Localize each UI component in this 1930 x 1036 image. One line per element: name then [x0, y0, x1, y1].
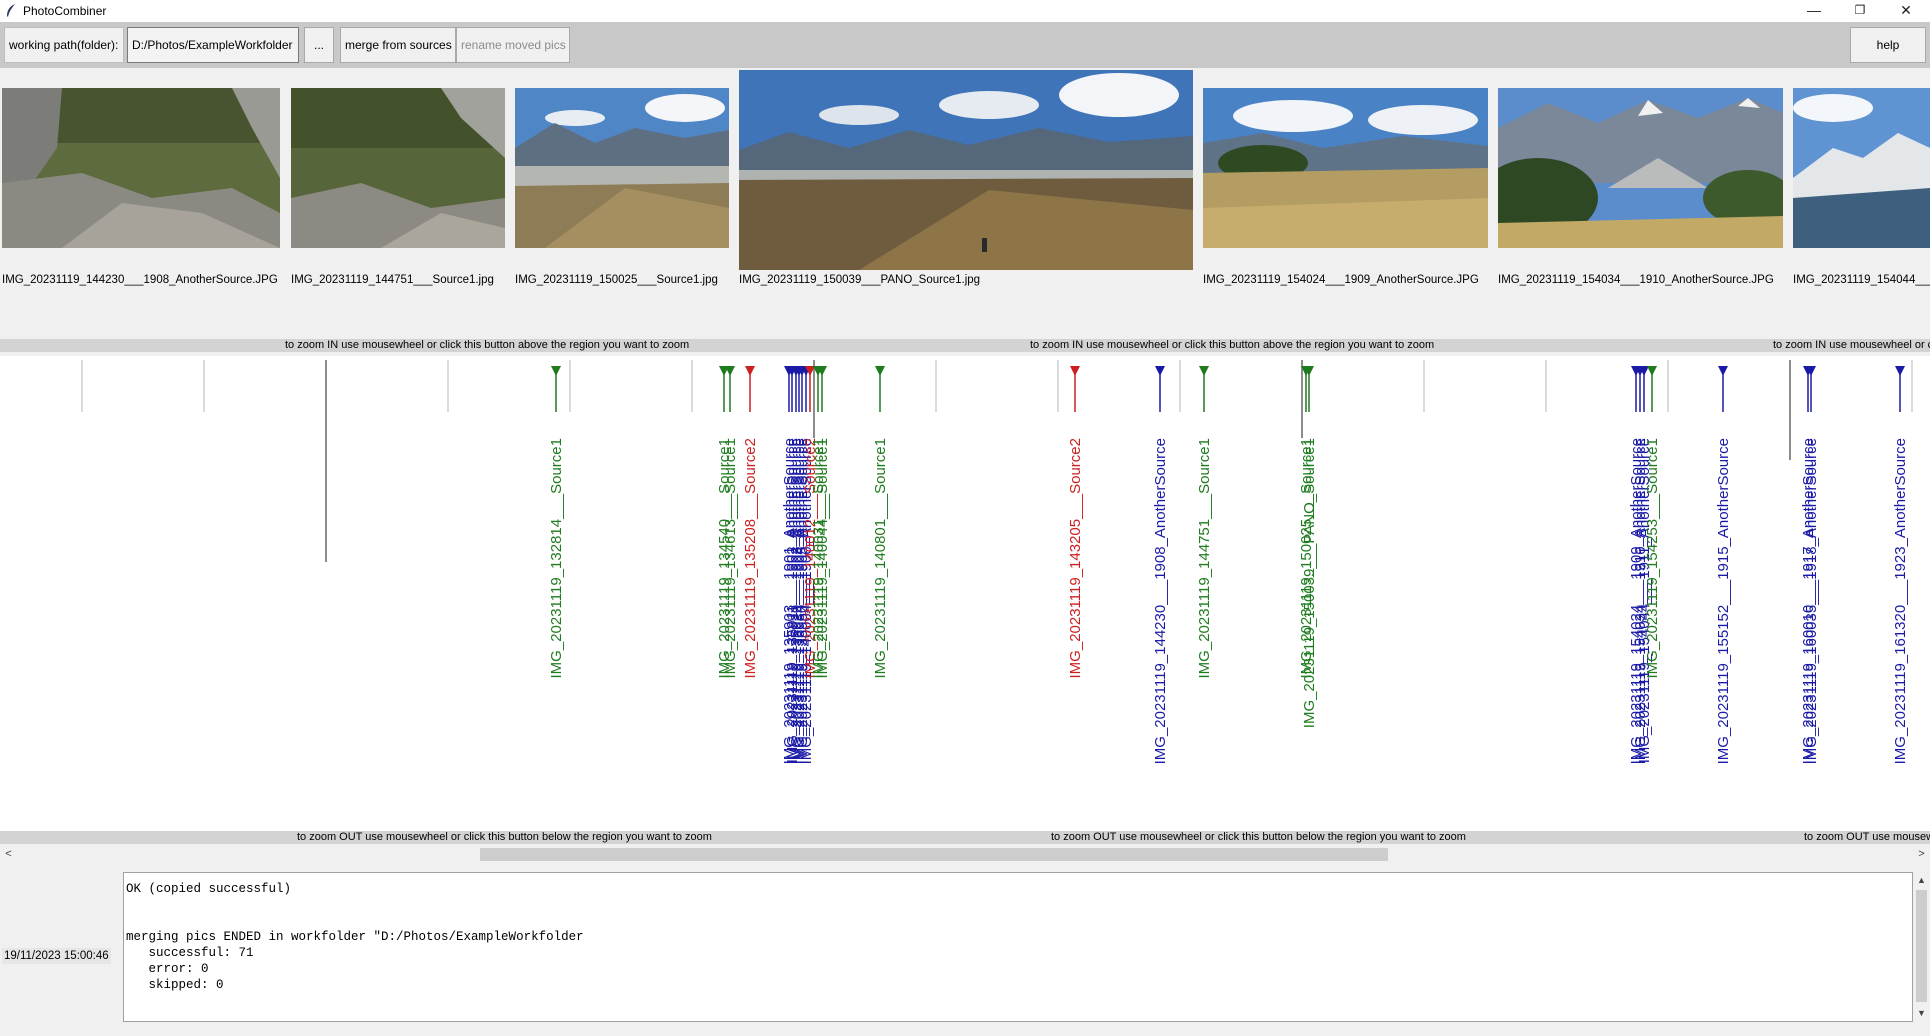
timeline-marker-icon[interactable]	[1155, 366, 1165, 376]
thumbnail-caption: IMG_20231119_154034___1910_AnotherSource…	[1498, 274, 1774, 286]
thumbnail-caption: IMG_20231119_150039___PANO_Source1.jpg	[739, 274, 981, 286]
log-timestamp: 19/11/2023 15:00:46	[2, 948, 111, 964]
timeline-marker-icon[interactable]	[875, 366, 885, 376]
timeline-marker-label: IMG_20231119_140044___Source1	[814, 438, 831, 678]
zoom-hint-text: to zoom OUT use mousewheel or click this…	[297, 831, 712, 843]
help-button[interactable]: help	[1850, 27, 1926, 63]
timeline-canvas[interactable]: IMG_20231119_132814___Source1 IMG_2023111…	[0, 356, 1930, 834]
thumbnail-image[interactable]	[2, 88, 280, 248]
thumbnail-strip[interactable]: IMG_20231119_144230___1908_AnotherSource…	[0, 68, 1930, 336]
timeline-marker-label: IMG_20231119_160035___1918_AnotherSource	[1803, 438, 1820, 764]
zoom-hint-text: to zoom IN use mousewheel or click this …	[1773, 339, 1930, 351]
timeline-marker-icon[interactable]	[1895, 366, 1905, 376]
browse-button[interactable]: ...	[304, 27, 334, 63]
restore-button[interactable]: ❐	[1837, 0, 1883, 22]
timeline-marker-icon[interactable]	[551, 366, 561, 376]
timeline-marker-label: IMG_20231119_143205___Source2	[1067, 438, 1084, 678]
timeline-marker-label: IMG_20231119_134613___Source1	[722, 438, 739, 678]
thumbnail-image[interactable]	[1498, 88, 1783, 248]
horizontal-scrollbar[interactable]: < >	[0, 846, 1930, 863]
timeline-marker-icon[interactable]	[1199, 366, 1209, 376]
zoom-hint-text: to zoom IN use mousewheel or click this …	[285, 339, 690, 351]
working-path-input[interactable]: D:/Photos/ExampleWorkfolder	[127, 27, 299, 63]
thumbnail-caption: IMG_20231119_144230___1908_AnotherSource…	[2, 274, 278, 286]
thumbnail-caption: IMG_20231119_150025___Source1.jpg	[515, 274, 718, 286]
scroll-down-icon[interactable]: ▼	[1913, 1005, 1930, 1022]
timeline-marker-icon[interactable]	[745, 366, 755, 376]
window-title: PhotoCombiner	[23, 4, 107, 18]
thumbnail-image[interactable]	[1203, 88, 1488, 248]
vertical-scrollbar[interactable]: ▲ ▼	[1913, 872, 1930, 1022]
timeline-marker-label: IMG_20231119_135208___Source2	[742, 438, 759, 678]
scroll-right-icon[interactable]: >	[1913, 846, 1930, 863]
thumbnail-image[interactable]	[739, 70, 1193, 270]
title-bar: PhotoCombiner — ❐ ✕	[0, 0, 1930, 22]
log-textbox[interactable]: OK (copied successful) merging pics ENDE…	[123, 872, 1913, 1022]
thumbnail-caption: IMG_20231119_144751___Source1.jpg	[291, 274, 494, 286]
timeline-marker-label: IMG_20231119_144751___Source1	[1196, 438, 1213, 678]
vertical-scrollbar-thumb[interactable]	[1916, 890, 1927, 1002]
timeline-marker-label: IMG_20231119_154253___Source1	[1644, 438, 1661, 678]
timeline-marker-icon[interactable]	[1070, 366, 1080, 376]
feather-icon	[7, 4, 15, 17]
zoom-hint-text: to zoom IN use mousewheel or click this …	[1030, 339, 1435, 351]
zoom-out-bar[interactable]: to zoom OUT use mousewheel or click this…	[0, 831, 1930, 844]
timeline-marker-label: IMG_20231119_155152___1915_AnotherSource	[1715, 438, 1732, 764]
rename-moved-pics-button[interactable]: rename moved pics	[456, 27, 570, 63]
thumbnail-image[interactable]	[1793, 88, 1930, 248]
working-path-label: working path(folder):	[4, 27, 124, 63]
timeline-marker-icon[interactable]	[1718, 366, 1728, 376]
zoom-in-bar[interactable]: to zoom IN use mousewheel or click this …	[0, 339, 1930, 352]
thumbnail-image[interactable]	[291, 88, 505, 248]
timeline-marker-label: IMG_20231119_132814___Source1	[548, 438, 565, 678]
minimize-button[interactable]: —	[1791, 0, 1837, 22]
scroll-left-icon[interactable]: <	[0, 846, 17, 863]
thumbnail-image[interactable]	[515, 88, 729, 248]
timeline-marker-icon[interactable]	[1647, 366, 1657, 376]
merge-from-sources-button[interactable]: merge from sources	[340, 27, 456, 63]
timeline-marker-label: IMG_20231119_140801___Source1	[872, 438, 889, 678]
toolbar: working path(folder): D:/Photos/ExampleW…	[0, 22, 1930, 68]
timeline-marker-label: IMG_20231119_144230___1908_AnotherSource	[1152, 438, 1169, 764]
zoom-hint-text: to zoom OUT use mousewheel or click this…	[1804, 831, 1930, 843]
timeline-marker-label: IMG_20231119_161320___1923_AnotherSource	[1892, 438, 1909, 764]
close-button[interactable]: ✕	[1883, 0, 1929, 22]
zoom-hint-text: to zoom OUT use mousewheel or click this…	[1051, 831, 1466, 843]
log-panel: 19/11/2023 15:00:46 OK (copied successfu…	[0, 863, 1930, 1036]
scrollbar-thumb[interactable]	[480, 848, 1388, 861]
scroll-up-icon[interactable]: ▲	[1913, 872, 1930, 889]
thumbnail-caption: IMG_20231119_154024___1909_AnotherSource…	[1203, 274, 1479, 286]
thumbnail-caption: IMG_20231119_154044___1911_AnotherSource…	[1793, 274, 1930, 286]
timeline-marker-label: IMG_20231119_150039___PANO_Source1	[1301, 438, 1318, 728]
